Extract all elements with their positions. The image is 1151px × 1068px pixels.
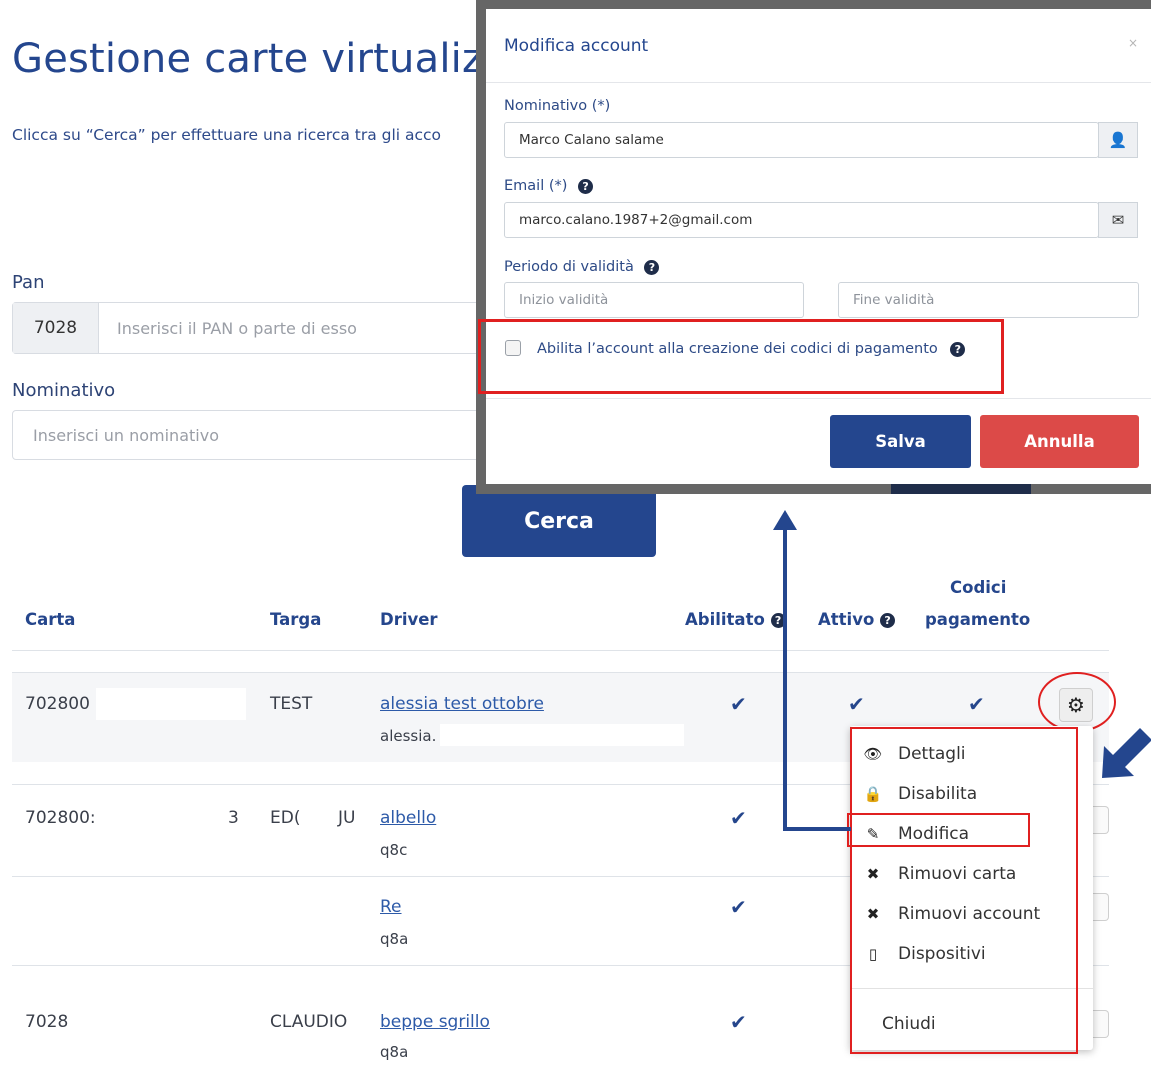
help-icon[interactable]: ? [880,613,896,628]
check-icon: ✔ [848,692,865,716]
header-abilitato[interactable]: Abilitato ? [685,610,786,629]
pan-prefix: 7028 [13,303,99,353]
header-driver[interactable]: Driver [380,610,438,629]
header-carta[interactable]: Carta [25,610,75,629]
header-divider [12,650,1109,651]
pan-input-group: 7028 Inserisci il PAN o parte di esso [12,302,534,354]
gear-button-stub[interactable] [1093,1010,1109,1038]
envelope-icon: ✉ [1111,211,1125,229]
row-divider [12,672,1109,673]
pointer-arrow-icon [1102,728,1151,778]
table-cell-carta: 702800 [25,694,90,714]
check-icon: ✔ [730,692,747,716]
table-cell-carta: 702800: [25,808,96,828]
driver-email: alessia. [380,727,437,745]
modifica-account-modal [486,9,1151,484]
check-icon: ✔ [730,1010,747,1034]
modal-periodo-label-text: Periodo di validità [504,259,634,275]
gear-button-stub[interactable] [1093,893,1109,921]
check-icon: ✔ [730,895,747,919]
fine-validita-input[interactable]: Fine validità [838,282,1139,318]
user-icon: 👤 [1108,131,1128,149]
header-codici-line1: Codici [950,578,1007,597]
checkbox-highlight-box [478,319,1004,394]
modal-nominativo-input[interactable]: Marco Calano salame [504,122,1099,158]
inizio-validita-placeholder: Inizio validità [519,292,609,308]
modal-email-label: Email (*) ? [504,178,594,194]
modifica-highlight-box [847,813,1030,847]
modal-nominativo-label: Nominativo (*) [504,98,611,114]
header-codici-line2: pagamento [925,610,1031,629]
modal-email-label-text: Email (*) [504,178,568,194]
header-attivo[interactable]: Attivo ? [818,610,896,629]
header-abilitato-label: Abilitato [685,610,765,629]
header-attivo-label: Attivo [818,610,875,629]
user-addon: 👤 [1098,122,1138,158]
intro-text: Clicca su “Cerca” per effettuare una ric… [12,126,442,144]
modal-footer-divider [486,398,1151,399]
arrow-up-icon [773,510,797,530]
table-cell-targa: TEST [270,694,313,714]
driver-link[interactable]: Re [380,897,402,917]
driver-link[interactable]: beppe sgrillo [380,1012,490,1032]
header-targa[interactable]: Targa [270,610,321,629]
modal-header-divider [486,82,1151,83]
driver-link[interactable]: alessia test ottobre [380,694,544,714]
nominativo-label: Nominativo [12,380,116,401]
pan-input[interactable]: Inserisci il PAN o parte di esso [99,303,533,353]
pan-label: Pan [12,272,45,293]
envelope-addon: ✉ [1098,202,1138,238]
driver-email: q8a [380,930,409,948]
table-cell-carta-tail: 3 [228,808,239,828]
modal-email-input[interactable]: marco.calano.1987+2@gmail.com [504,202,1099,238]
driver-email: q8a [380,1043,409,1061]
redaction [440,724,684,746]
cerca-button[interactable]: Cerca [462,485,656,557]
check-icon: ✔ [968,692,985,716]
gear-button-stub[interactable] [1093,806,1109,834]
check-icon: ✔ [730,806,747,830]
annulla-button[interactable]: Annulla [980,415,1139,468]
modal-periodo-label: Periodo di validità ? [504,259,660,275]
salva-button[interactable]: Salva [830,415,971,468]
modal-title: Modifica account [504,36,649,56]
page-title: Gestione carte virtualizz [12,36,505,82]
help-icon[interactable]: ? [644,259,660,275]
menu-highlight-box [850,727,1078,1054]
redaction [96,688,246,720]
gear-highlight-circle [1038,672,1116,732]
driver-email: q8c [380,841,408,859]
close-icon[interactable]: × [1128,36,1138,50]
inizio-validita-input[interactable]: Inizio validità [504,282,804,318]
table-cell-targa-tail: JU [338,808,356,828]
table-cell-targa: ED( [270,808,301,828]
modal-shadow-stub [891,484,1031,494]
help-icon[interactable]: ? [578,178,594,194]
nominativo-input[interactable]: Inserisci un nominativo [12,410,532,460]
driver-link[interactable]: albello [380,808,436,828]
table-cell-targa: CLAUDIO [270,1012,348,1032]
connector-arrow-line [783,524,787,830]
fine-validita-placeholder: Fine validità [853,292,935,308]
table-cell-carta: 7028 [25,1012,69,1032]
connector-arrow-line [783,827,851,831]
